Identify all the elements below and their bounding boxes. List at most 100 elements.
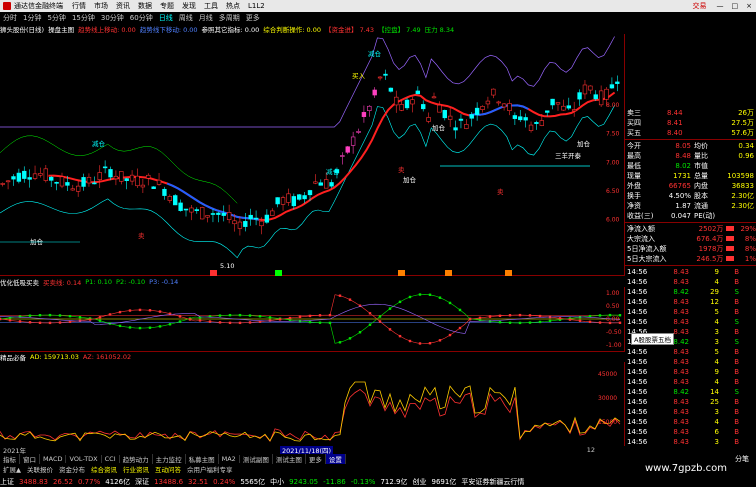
indicator-item: 综合判断操作: 0.00	[263, 26, 322, 34]
period-tab[interactable]: 5分钟	[44, 13, 68, 23]
add-position-label: 加仓	[30, 237, 44, 246]
indicator-tab[interactable]: 私募主图	[186, 454, 219, 464]
tick-volume: 12	[710, 298, 719, 306]
candle-body	[253, 217, 259, 220]
tick-direction: B	[734, 368, 739, 376]
period-tab[interactable]: 更多	[243, 13, 263, 23]
login-button[interactable]: 交易	[687, 1, 713, 11]
indicator-tab[interactable]: 测试主图	[273, 454, 306, 464]
candle-body	[356, 131, 361, 133]
tick-row: 14:56 8.43 25 B	[625, 397, 756, 407]
extension-tab[interactable]: 行业资讯	[120, 464, 152, 474]
menu-item[interactable]: 工具	[200, 1, 222, 11]
tick-volume: 4	[714, 278, 719, 286]
menu-item[interactable]: 资讯	[112, 1, 134, 11]
indicator-tab[interactable]: MA2	[219, 455, 240, 463]
extension-tab[interactable]: 资金分布	[56, 464, 88, 474]
period-tab[interactable]: 15分钟	[69, 13, 98, 23]
menu-item[interactable]: 数据	[134, 1, 156, 11]
indicator-tab[interactable]: CCI	[102, 455, 120, 463]
candle-body	[421, 104, 426, 110]
osc-axis-label: 0.50	[606, 303, 620, 310]
close-icon[interactable]: ×	[742, 2, 756, 10]
menu-item[interactable]: 发现	[178, 1, 200, 11]
extension-tab[interactable]: 综合资讯	[88, 464, 120, 474]
period-tab[interactable]: 周线	[176, 13, 196, 23]
indicator-tab[interactable]: MACD	[40, 455, 67, 463]
tick-volume: 4	[714, 318, 719, 326]
indicator-tab[interactable]: 指标	[0, 454, 20, 464]
indicator-tab[interactable]: 趋势动力	[120, 454, 153, 464]
period-tab-active[interactable]: 日线	[156, 13, 176, 23]
extension-tab[interactable]: 佘用户福利专享	[184, 464, 236, 474]
candle-body	[491, 88, 496, 96]
oscillator-chart[interactable]: 1.00 0.50 0.00 -0.50 -1.00	[0, 287, 625, 352]
maximize-icon[interactable]: □	[728, 2, 743, 10]
menu-item[interactable]: L1L2	[244, 2, 269, 10]
stat-label: 总量	[694, 172, 708, 180]
candle-body	[189, 207, 194, 213]
signal-marker	[210, 270, 217, 276]
tick-time: 14:56	[627, 298, 648, 306]
candle-body	[5, 180, 11, 183]
osc-header: 优化低吸买卖 买卖线: 0.14 P1: 0.10 P2: -0.10 P3: …	[0, 277, 625, 287]
menu-item[interactable]: 行情	[60, 1, 90, 11]
extension-tab[interactable]: 互动问答	[152, 464, 184, 474]
indicator-tab[interactable]: 更多	[306, 454, 326, 464]
tick-price: 8.43	[673, 348, 689, 356]
candle-body	[496, 101, 501, 104]
tick-volume: 14	[710, 388, 719, 396]
flow-bar	[726, 246, 735, 251]
indicator-tab[interactable]: 窗口	[20, 454, 40, 464]
period-tab[interactable]: 分时	[0, 13, 20, 23]
period-tab[interactable]: 30分钟	[98, 13, 127, 23]
status-item: 4126亿	[105, 477, 131, 486]
extension-tab[interactable]: 关联报价	[24, 464, 56, 474]
stat-value: 66765	[668, 182, 691, 190]
menu-item[interactable]: 专题	[156, 1, 178, 11]
extension-tab[interactable]: 扩展▲	[0, 464, 24, 474]
menu-item[interactable]: 热点	[222, 1, 244, 11]
candle-body	[49, 176, 54, 181]
sell-label: 卖	[497, 188, 504, 196]
indicator-tab[interactable]: 设置	[325, 454, 346, 464]
period-tab[interactable]: 多周期	[216, 13, 243, 23]
vol-svg: 45000 30000 15000	[0, 371, 621, 442]
stat-row: 净资 1.87 流通 2.30亿	[625, 201, 756, 211]
quote-price: 8.40	[667, 129, 683, 137]
period-tab[interactable]: 1分钟	[20, 13, 44, 23]
candle-body	[523, 117, 528, 121]
flow-value: 676.4万	[696, 235, 724, 243]
candle-body	[86, 176, 92, 184]
menu-item[interactable]: 市场	[90, 1, 112, 11]
vol-axis-label: 45000	[598, 371, 617, 378]
main-kline-chart[interactable]: 8.00 7.50 7.00 6.50 6.00 减仓 买入 减仓 减仓 加仓 加仓 加仓 加仓 三羊开泰…	[0, 34, 625, 276]
tick-volume: 9	[714, 268, 719, 276]
tick-time: 14:56	[627, 278, 648, 286]
minimize-icon[interactable]: —	[713, 2, 728, 10]
ad-volume-chart[interactable]: 45000 30000 15000	[0, 362, 625, 446]
candle-body	[205, 215, 210, 218]
indicator-item: 【资金进】 7.43	[325, 26, 375, 34]
indicator-tab[interactable]: VOL-TDX	[66, 455, 102, 463]
tick-volume: 4	[714, 378, 719, 386]
tick-direction: B	[734, 268, 739, 276]
candle-body	[221, 212, 226, 216]
period-tab[interactable]: 月线	[196, 13, 216, 23]
indicator-item: 趋势线上移动: 0.00	[78, 26, 136, 34]
indicator-tab[interactable]: 主力监控	[153, 454, 186, 464]
tick-row: 14:56 8.43 4 B	[625, 417, 756, 427]
candle-body	[286, 193, 291, 203]
indicator-tab[interactable]: 测试副图	[240, 454, 273, 464]
tick-tab[interactable]: 分笔	[735, 454, 749, 464]
tick-direction: B	[734, 418, 739, 426]
add-position-label: 加仓	[432, 123, 446, 132]
date-start: 2021年	[3, 447, 27, 454]
stat-value: 36833	[731, 182, 754, 190]
reduce-position-label: 减仓	[92, 139, 106, 148]
tick-row: 14:56 8.43 9 B	[625, 267, 756, 277]
ad-line	[0, 381, 621, 442]
tick-time: 14:56	[627, 428, 648, 436]
flow-row: 5日净流入额 1978万 8%	[625, 244, 756, 254]
period-tab[interactable]: 60分钟	[127, 13, 156, 23]
